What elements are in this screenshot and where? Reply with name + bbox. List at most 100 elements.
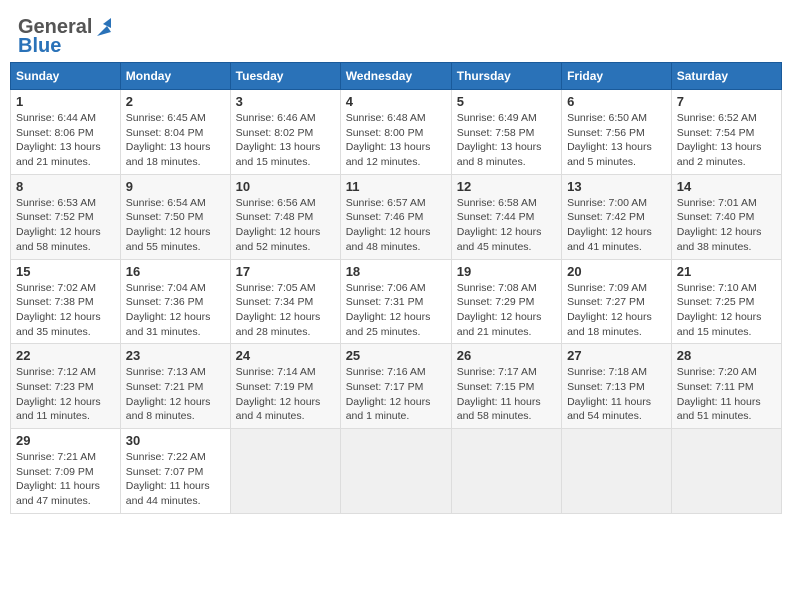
day-number: 2 — [126, 94, 225, 109]
day-info: Sunrise: 7:04 AM Sunset: 7:36 PM Dayligh… — [126, 281, 225, 340]
calendar-cell: 20Sunrise: 7:09 AM Sunset: 7:27 PM Dayli… — [562, 259, 672, 344]
calendar-cell: 10Sunrise: 6:56 AM Sunset: 7:48 PM Dayli… — [230, 174, 340, 259]
calendar-cell: 4 Sunrise: 6:48 AM Sunset: 8:00 PM Daylig… — [340, 90, 451, 175]
calendar-cell — [451, 429, 561, 514]
day-info: Sunrise: 7:08 AM Sunset: 7:29 PM Dayligh… — [457, 281, 556, 340]
day-number: 5 — [457, 94, 556, 109]
day-number: 16 — [126, 264, 225, 279]
calendar-cell: 24 Sunrise: 7:14 AM Sunset: 7:19 PM Dayli… — [230, 344, 340, 429]
header-friday: Friday — [562, 63, 672, 90]
calendar-cell: 21Sunrise: 7:10 AM Sunset: 7:25 PM Dayli… — [671, 259, 781, 344]
calendar-cell: 2 Sunrise: 6:45 AM Sunset: 8:04 PM Daylig… — [120, 90, 230, 175]
day-number: 24 — [236, 348, 335, 363]
day-info: Sunrise: 7:00 AM Sunset: 7:42 PM Dayligh… — [567, 196, 666, 255]
day-info: Sunrise: 6:44 AM Sunset: 8:06 PM Dayligh… — [16, 111, 115, 170]
page-header: General Blue — [10, 10, 782, 58]
calendar-cell — [562, 429, 672, 514]
header-thursday: Thursday — [451, 63, 561, 90]
day-number: 13 — [567, 179, 666, 194]
calendar-week-row: 29 Sunrise: 7:21 AM Sunset: 7:09 PM Dayli… — [11, 429, 782, 514]
day-info: Sunrise: 7:18 AM Sunset: 7:13 PM Dayligh… — [567, 365, 666, 424]
calendar-week-row: 15Sunrise: 7:02 AM Sunset: 7:38 PM Dayli… — [11, 259, 782, 344]
day-info: Sunrise: 6:57 AM Sunset: 7:46 PM Dayligh… — [346, 196, 446, 255]
day-info: Sunrise: 6:45 AM Sunset: 8:04 PM Dayligh… — [126, 111, 225, 170]
day-info: Sunrise: 6:56 AM Sunset: 7:48 PM Dayligh… — [236, 196, 335, 255]
day-info: Sunrise: 6:48 AM Sunset: 8:00 PM Dayligh… — [346, 111, 446, 170]
day-info: Sunrise: 7:20 AM Sunset: 7:11 PM Dayligh… — [677, 365, 776, 424]
calendar-cell: 16 Sunrise: 7:04 AM Sunset: 7:36 PM Dayli… — [120, 259, 230, 344]
header-wednesday: Wednesday — [340, 63, 451, 90]
day-number: 26 — [457, 348, 556, 363]
day-info: Sunrise: 7:17 AM Sunset: 7:15 PM Dayligh… — [457, 365, 556, 424]
calendar-cell: 25 Sunrise: 7:16 AM Sunset: 7:17 PM Dayli… — [340, 344, 451, 429]
calendar-week-row: 1 Sunrise: 6:44 AM Sunset: 8:06 PM Daylig… — [11, 90, 782, 175]
day-info: Sunrise: 6:54 AM Sunset: 7:50 PM Dayligh… — [126, 196, 225, 255]
calendar-table: SundayMondayTuesdayWednesdayThursdayFrid… — [10, 62, 782, 514]
logo: General Blue — [18, 16, 111, 58]
day-info: Sunrise: 6:52 AM Sunset: 7:54 PM Dayligh… — [677, 111, 776, 170]
calendar-header-row: SundayMondayTuesdayWednesdayThursdayFrid… — [11, 63, 782, 90]
calendar-cell: 9 Sunrise: 6:54 AM Sunset: 7:50 PM Daylig… — [120, 174, 230, 259]
day-info: Sunrise: 6:50 AM Sunset: 7:56 PM Dayligh… — [567, 111, 666, 170]
day-number: 17 — [236, 264, 335, 279]
calendar-cell: 28 Sunrise: 7:20 AM Sunset: 7:11 PM Dayli… — [671, 344, 781, 429]
day-number: 29 — [16, 433, 115, 448]
day-number: 22 — [16, 348, 115, 363]
day-info: Sunrise: 7:10 AM Sunset: 7:25 PM Dayligh… — [677, 281, 776, 340]
header-monday: Monday — [120, 63, 230, 90]
header-sunday: Sunday — [11, 63, 121, 90]
day-info: Sunrise: 6:58 AM Sunset: 7:44 PM Dayligh… — [457, 196, 556, 255]
calendar-cell: 5 Sunrise: 6:49 AM Sunset: 7:58 PM Daylig… — [451, 90, 561, 175]
day-info: Sunrise: 7:22 AM Sunset: 7:07 PM Dayligh… — [126, 450, 225, 509]
day-number: 3 — [236, 94, 335, 109]
day-info: Sunrise: 7:05 AM Sunset: 7:34 PM Dayligh… — [236, 281, 335, 340]
calendar-cell: 29 Sunrise: 7:21 AM Sunset: 7:09 PM Dayli… — [11, 429, 121, 514]
calendar-cell: 11 Sunrise: 6:57 AM Sunset: 7:46 PM Dayli… — [340, 174, 451, 259]
calendar-cell: 22 Sunrise: 7:12 AM Sunset: 7:23 PM Dayli… — [11, 344, 121, 429]
day-number: 11 — [346, 179, 446, 194]
day-info: Sunrise: 7:06 AM Sunset: 7:31 PM Dayligh… — [346, 281, 446, 340]
day-number: 20 — [567, 264, 666, 279]
calendar-cell: 8 Sunrise: 6:53 AM Sunset: 7:52 PM Daylig… — [11, 174, 121, 259]
calendar-week-row: 22 Sunrise: 7:12 AM Sunset: 7:23 PM Dayli… — [11, 344, 782, 429]
day-info: Sunrise: 7:21 AM Sunset: 7:09 PM Dayligh… — [16, 450, 115, 509]
day-number: 28 — [677, 348, 776, 363]
calendar-cell: 15Sunrise: 7:02 AM Sunset: 7:38 PM Dayli… — [11, 259, 121, 344]
day-number: 18 — [346, 264, 446, 279]
day-number: 6 — [567, 94, 666, 109]
day-number: 30 — [126, 433, 225, 448]
day-number: 12 — [457, 179, 556, 194]
day-number: 25 — [346, 348, 446, 363]
day-number: 9 — [126, 179, 225, 194]
day-info: Sunrise: 7:14 AM Sunset: 7:19 PM Dayligh… — [236, 365, 335, 424]
calendar-cell: 12 Sunrise: 6:58 AM Sunset: 7:44 PM Dayli… — [451, 174, 561, 259]
day-info: Sunrise: 7:16 AM Sunset: 7:17 PM Dayligh… — [346, 365, 446, 424]
day-number: 14 — [677, 179, 776, 194]
logo-blue: Blue — [18, 35, 61, 58]
calendar-cell: 23Sunrise: 7:13 AM Sunset: 7:21 PM Dayli… — [120, 344, 230, 429]
calendar-cell: 30 Sunrise: 7:22 AM Sunset: 7:07 PM Dayli… — [120, 429, 230, 514]
calendar-cell: 17 Sunrise: 7:05 AM Sunset: 7:34 PM Dayli… — [230, 259, 340, 344]
calendar-cell: 3 Sunrise: 6:46 AM Sunset: 8:02 PM Daylig… — [230, 90, 340, 175]
day-info: Sunrise: 6:53 AM Sunset: 7:52 PM Dayligh… — [16, 196, 115, 255]
calendar-cell — [230, 429, 340, 514]
logo-bird-icon — [93, 18, 111, 38]
calendar-cell: 1 Sunrise: 6:44 AM Sunset: 8:06 PM Daylig… — [11, 90, 121, 175]
calendar-cell — [671, 429, 781, 514]
calendar-cell: 19 Sunrise: 7:08 AM Sunset: 7:29 PM Dayli… — [451, 259, 561, 344]
day-number: 8 — [16, 179, 115, 194]
day-number: 4 — [346, 94, 446, 109]
day-number: 7 — [677, 94, 776, 109]
calendar-week-row: 8 Sunrise: 6:53 AM Sunset: 7:52 PM Daylig… — [11, 174, 782, 259]
calendar-cell: 18 Sunrise: 7:06 AM Sunset: 7:31 PM Dayli… — [340, 259, 451, 344]
day-number: 1 — [16, 94, 115, 109]
day-number: 19 — [457, 264, 556, 279]
header-tuesday: Tuesday — [230, 63, 340, 90]
day-info: Sunrise: 7:12 AM Sunset: 7:23 PM Dayligh… — [16, 365, 115, 424]
day-info: Sunrise: 6:46 AM Sunset: 8:02 PM Dayligh… — [236, 111, 335, 170]
calendar-cell: 6 Sunrise: 6:50 AM Sunset: 7:56 PM Daylig… — [562, 90, 672, 175]
calendar-cell — [340, 429, 451, 514]
day-info: Sunrise: 7:01 AM Sunset: 7:40 PM Dayligh… — [677, 196, 776, 255]
day-info: Sunrise: 6:49 AM Sunset: 7:58 PM Dayligh… — [457, 111, 556, 170]
header-saturday: Saturday — [671, 63, 781, 90]
